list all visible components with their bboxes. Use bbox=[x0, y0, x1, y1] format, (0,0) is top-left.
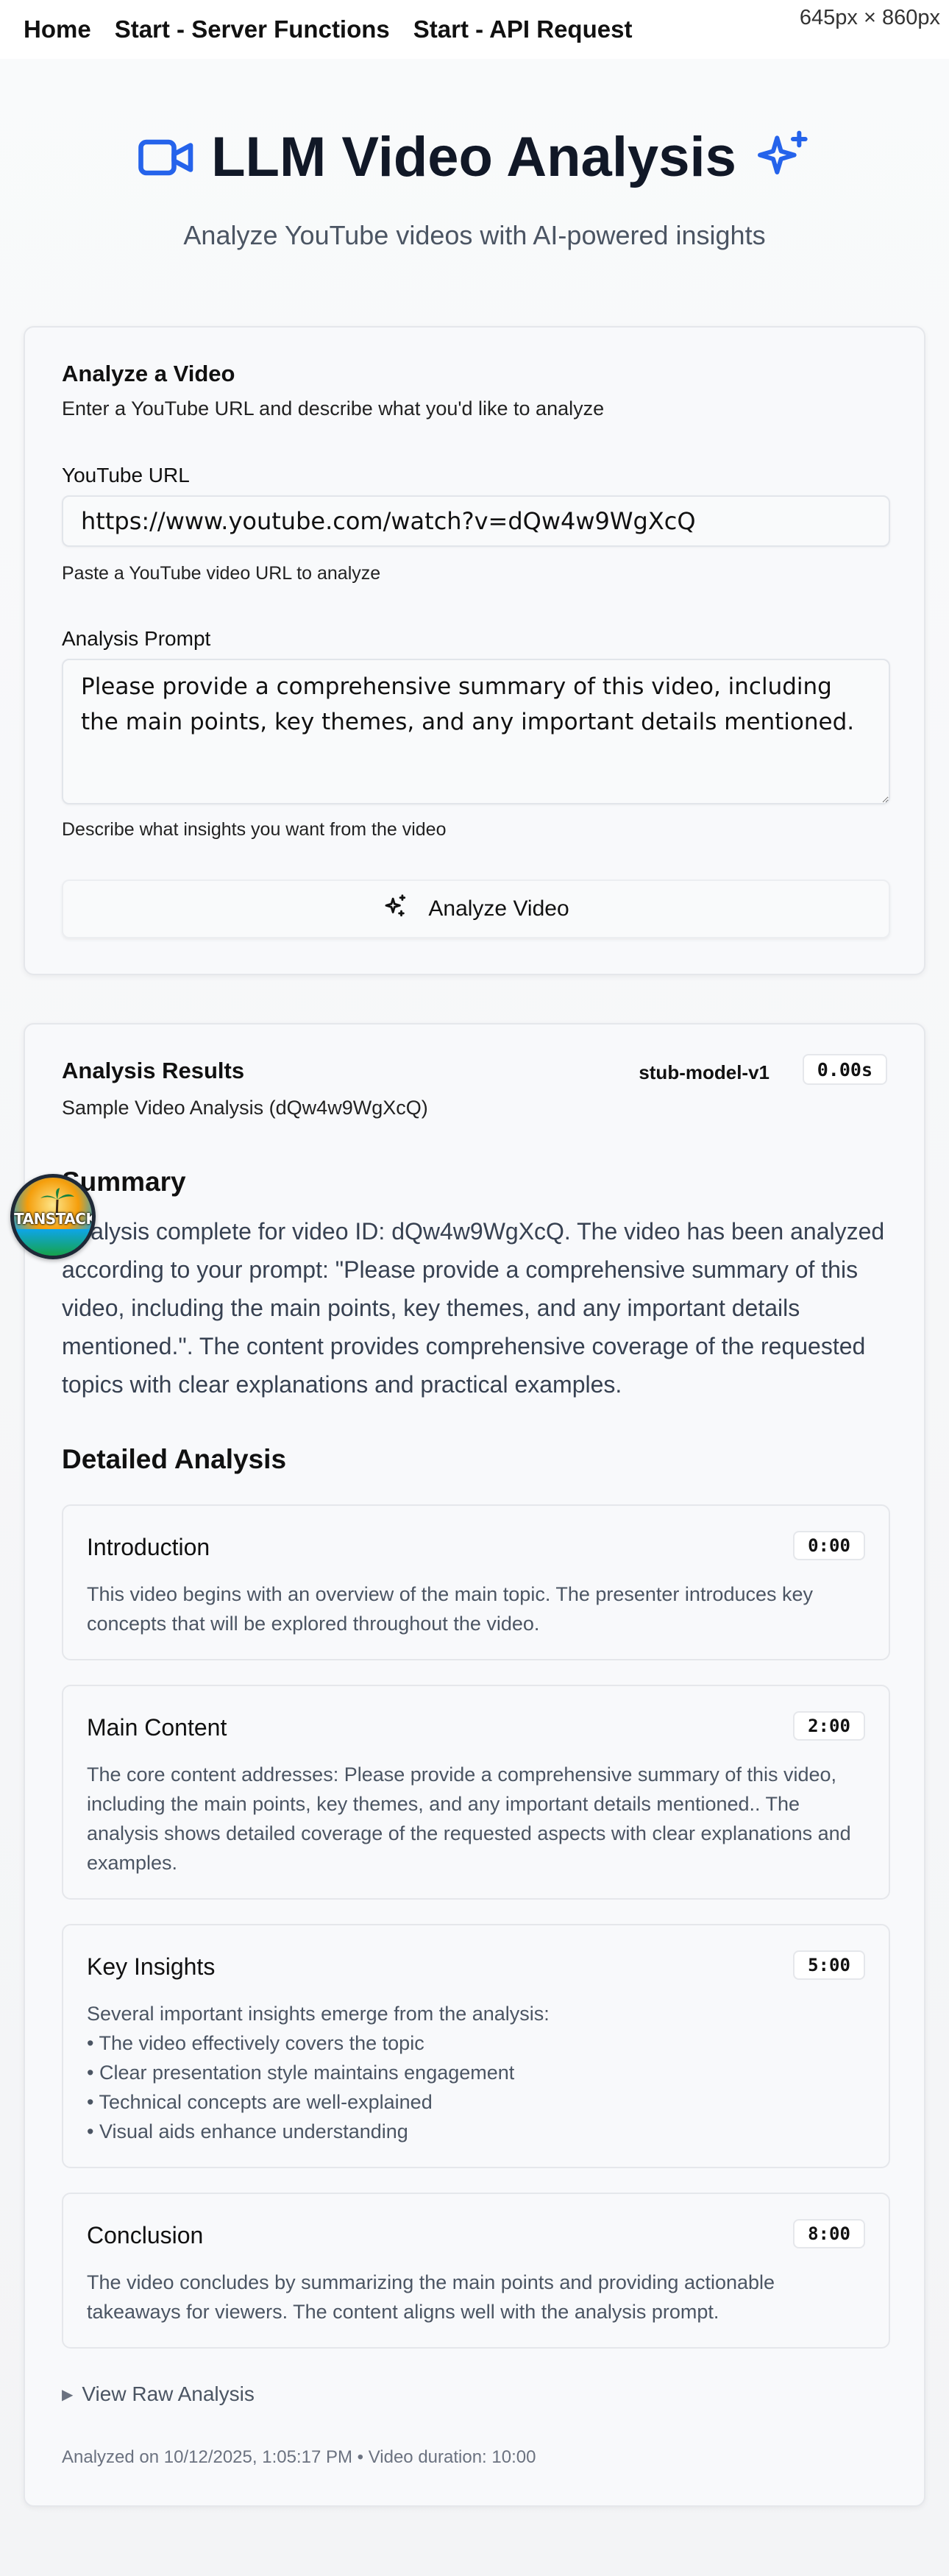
summary-text: Analysis complete for video ID: dQw4w9Wg… bbox=[62, 1218, 885, 1398]
analyze-video-label: Analyze Video bbox=[428, 896, 569, 921]
nav-home-link[interactable]: Home bbox=[24, 15, 91, 43]
results-title: Analysis Results bbox=[62, 1058, 245, 1083]
segment-body: The video concludes by summarizing the m… bbox=[87, 2271, 775, 2323]
page-title-row: LLM Video Analysis bbox=[0, 125, 949, 189]
results-video-title: Sample Video Analysis (dQw4w9WgXcQ) bbox=[62, 1097, 428, 1119]
viewport-size-badge: 645px × 860px bbox=[799, 6, 940, 29]
url-label: YouTube URL bbox=[62, 464, 190, 486]
hero-header: LLM Video Analysis Analyze YouTube video… bbox=[0, 125, 949, 251]
youtube-url-input[interactable] bbox=[62, 495, 890, 547]
segment-timestamp: 0:00 bbox=[793, 1531, 865, 1560]
analyze-video-button[interactable]: Analyze Video bbox=[62, 880, 890, 938]
processing-time-badge: 0.00s bbox=[802, 1054, 887, 1085]
form-title: Analyze a Video bbox=[62, 361, 235, 386]
tanstack-devtools-button[interactable]: TANSTACK bbox=[10, 1174, 96, 1259]
model-name: stub-model-v1 bbox=[639, 1061, 769, 1083]
segment-body: Several important insights emerge from t… bbox=[87, 2003, 550, 2142]
segment-title: Key Insights bbox=[87, 1953, 216, 1980]
video-camera-icon bbox=[138, 135, 195, 180]
prompt-label: Analysis Prompt bbox=[62, 627, 211, 650]
analysis-metadata: Analyzed on 10/12/2025, 1:05:17 PM • Vid… bbox=[62, 2447, 536, 2467]
analyze-form-card: Analyze a Video Enter a YouTube URL and … bbox=[24, 326, 925, 975]
segment-timestamp: 5:00 bbox=[793, 1950, 865, 1980]
segment-timestamp: 2:00 bbox=[793, 1711, 865, 1741]
caret-right-icon: ▶ bbox=[62, 2386, 74, 2403]
analysis-results-card: Analysis Results Sample Video Analysis (… bbox=[24, 1023, 925, 2507]
analysis-segment: Conclusion 8:00 The video concludes by s… bbox=[62, 2193, 890, 2349]
analysis-segment: Key Insights 5:00 Several important insi… bbox=[62, 1924, 890, 2168]
sparkles-icon bbox=[753, 128, 811, 187]
nav-server-functions-link[interactable]: Start - Server Functions bbox=[115, 15, 390, 43]
segment-title: Introduction bbox=[87, 1534, 210, 1560]
detailed-analysis-heading: Detailed Analysis bbox=[62, 1444, 287, 1474]
badge-ground bbox=[14, 1229, 92, 1256]
tanstack-logo-text: TANSTACK bbox=[14, 1210, 96, 1228]
view-raw-analysis-label: View Raw Analysis bbox=[82, 2382, 255, 2405]
segment-timestamp: 8:00 bbox=[793, 2219, 865, 2248]
page-title: LLM Video Analysis bbox=[211, 126, 736, 188]
nav-api-request-link[interactable]: Start - API Request bbox=[413, 15, 633, 43]
page-subtitle: Analyze YouTube videos with AI-powered i… bbox=[183, 220, 766, 250]
segment-body: This video begins with an overview of th… bbox=[87, 1583, 814, 1635]
analysis-prompt-textarea[interactable]: Please provide a comprehensive summary o… bbox=[62, 659, 890, 804]
segment-title: Main Content bbox=[87, 1714, 227, 1741]
form-subtitle: Enter a YouTube URL and describe what yo… bbox=[62, 397, 605, 420]
url-hint: Paste a YouTube video URL to analyze bbox=[62, 563, 381, 584]
segment-title: Conclusion bbox=[87, 2222, 204, 2248]
sparkles-icon bbox=[383, 894, 408, 924]
prompt-hint: Describe what insights you want from the… bbox=[62, 819, 447, 840]
analysis-segment: Main Content 2:00 The core content addre… bbox=[62, 1685, 890, 1900]
analysis-segment: Introduction 0:00 This video begins with… bbox=[62, 1504, 890, 1660]
view-raw-analysis-toggle[interactable]: ▶ View Raw Analysis bbox=[62, 2382, 255, 2406]
segment-body: The core content addresses: Please provi… bbox=[87, 1763, 851, 1874]
